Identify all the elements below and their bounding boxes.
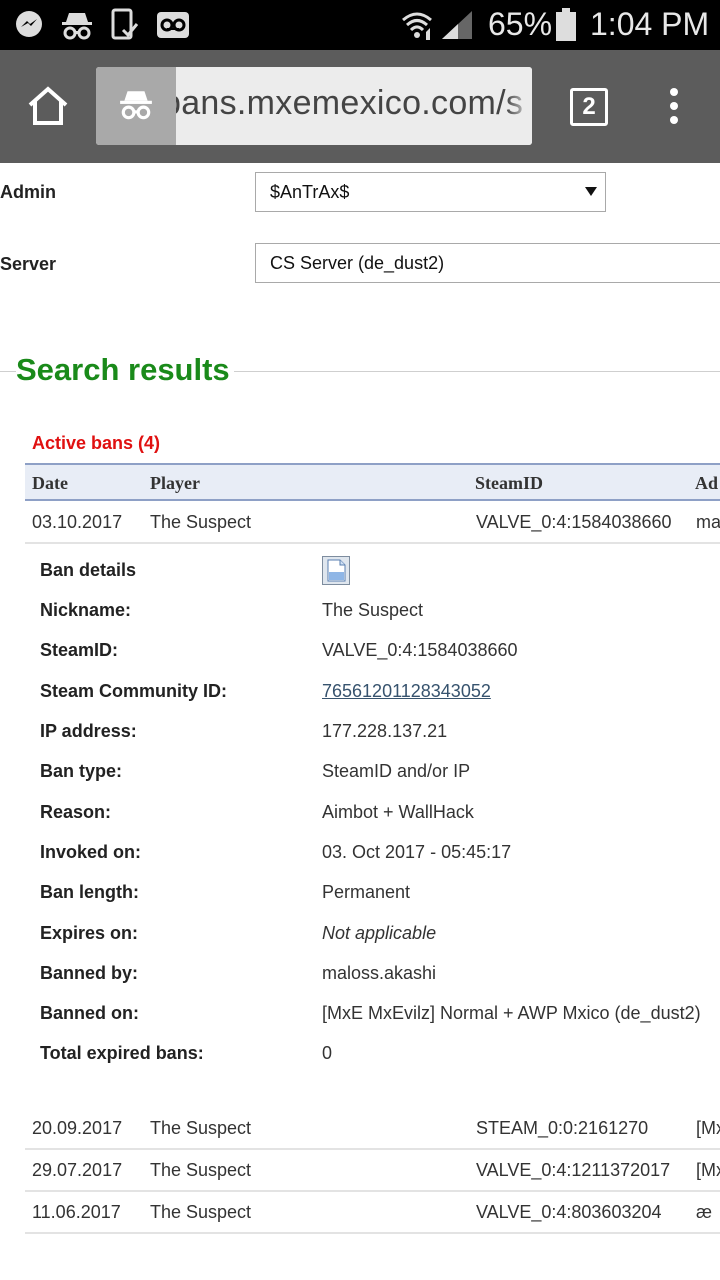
header-player[interactable]: Player [150,473,200,494]
detail-value-reason: Aimbot + WallHack [322,802,474,822]
detail-label-banned-by: Banned by: [40,963,139,983]
phone-check-icon [111,8,139,40]
server-label: Server [0,254,57,274]
signal-icon [442,11,472,39]
incognito-icon [62,13,92,40]
battery-icon [556,8,576,41]
detail-value-invoked: 03. Oct 2017 - 05:45:17 [322,842,512,862]
detail-value-ban-type: SteamID and/or IP [322,761,471,781]
admin-select[interactable]: $AnTrAx$ [255,172,606,212]
detail-value-banned-by: maloss.akashi [322,963,437,983]
row-player: The Suspect [150,512,252,532]
row-admin: æ [696,1202,713,1222]
document-icon[interactable] [322,556,350,585]
detail-value-steamid: VALVE_0:4:1584038660 [322,640,518,660]
tab-switcher-button[interactable]: 2 [570,88,608,126]
detail-label-steamid: SteamID: [40,640,119,660]
row-divider [25,1148,720,1150]
detail-label-ban-type: Ban type: [40,761,123,781]
detail-label-banned-on: Banned on: [40,1003,139,1023]
row-admin: [Mx [696,1160,720,1180]
row-steamid: VALVE_0:4:1211372017 [476,1160,671,1180]
detail-label-nickname: Nickname: [40,600,132,620]
messenger-icon [16,11,42,37]
detail-label-invoked: Invoked on: [40,842,142,862]
url-text: bans.mxemexico.com/s [176,84,524,122]
detail-value-nickname: The Suspect [322,600,424,620]
home-icon[interactable] [26,85,70,127]
row-admin: ma [696,512,720,532]
row-steamid: VALVE_0:4:1584038660 [476,512,672,532]
header-steamid[interactable]: SteamID [475,473,543,494]
detail-label-ban-length: Ban length: [40,882,139,902]
active-bans-title: Active bans (4) [32,433,161,453]
row-player: The Suspect [150,1202,252,1222]
server-select-value: CS Server (de_dust2) [270,253,445,273]
detail-value-expires: Not applicable [322,923,437,943]
clock: 1:04 PM [590,6,710,42]
row-player: The Suspect [150,1118,252,1138]
browser-toolbar: bans.mxemexico.com/s 2 [0,50,720,163]
row-steamid: STEAM_0:0:2161270 [476,1118,649,1138]
table-header: Date Player SteamID Ad [25,463,720,501]
detail-label-community-id: Steam Community ID: [40,681,228,701]
row-divider [25,1232,720,1234]
row-date: 11.06.2017 [32,1202,121,1222]
row-date: 29.07.2017 [32,1160,123,1180]
row-player: The Suspect [150,1160,252,1180]
detail-label-total-expired: Total expired bans: [40,1043,204,1063]
incognito-icon [120,91,152,120]
detail-value-total-expired: 0 [322,1043,333,1063]
detail-label-expires: Expires on: [40,923,139,943]
dropdown-arrow-icon [585,187,597,196]
row-divider [25,1190,720,1192]
incognito-badge [96,67,176,145]
search-results-title: Search results [16,352,234,388]
row-date: 03.10.2017 [32,512,123,532]
ban-details-title: Ban details [40,560,137,580]
detail-value-ip: 177.228.137.21 [322,721,448,741]
header-date[interactable]: Date [32,473,68,494]
detail-value-banned-on: [MxE MxEvilz] Normal + AWP Mxico (de_dus… [322,1003,701,1023]
row-divider [25,542,720,544]
menu-dots-icon[interactable] [662,87,686,125]
row-steamid: VALVE_0:4:803603204 [476,1202,662,1222]
battery-percent: 65% [488,6,553,42]
community-id-link[interactable]: 76561201128343052 [322,681,491,702]
server-select[interactable]: CS Server (de_dust2) [255,243,720,283]
detail-value-ban-length: Permanent [322,882,411,902]
admin-select-value: $AnTrAx$ [270,182,350,202]
row-date: 20.09.2017 [32,1118,123,1138]
admin-label: Admin [0,182,56,202]
status-bar: 65% 1:04 PM [0,0,720,50]
wifi-icon [402,12,432,40]
header-admin[interactable]: Ad [695,473,718,494]
address-bar[interactable]: bans.mxemexico.com/s [96,67,532,145]
detail-label-ip: IP address: [40,721,137,741]
detail-label-reason: Reason: [40,802,112,822]
voicemail-icon [157,12,189,38]
row-admin: [Mx [696,1118,720,1138]
